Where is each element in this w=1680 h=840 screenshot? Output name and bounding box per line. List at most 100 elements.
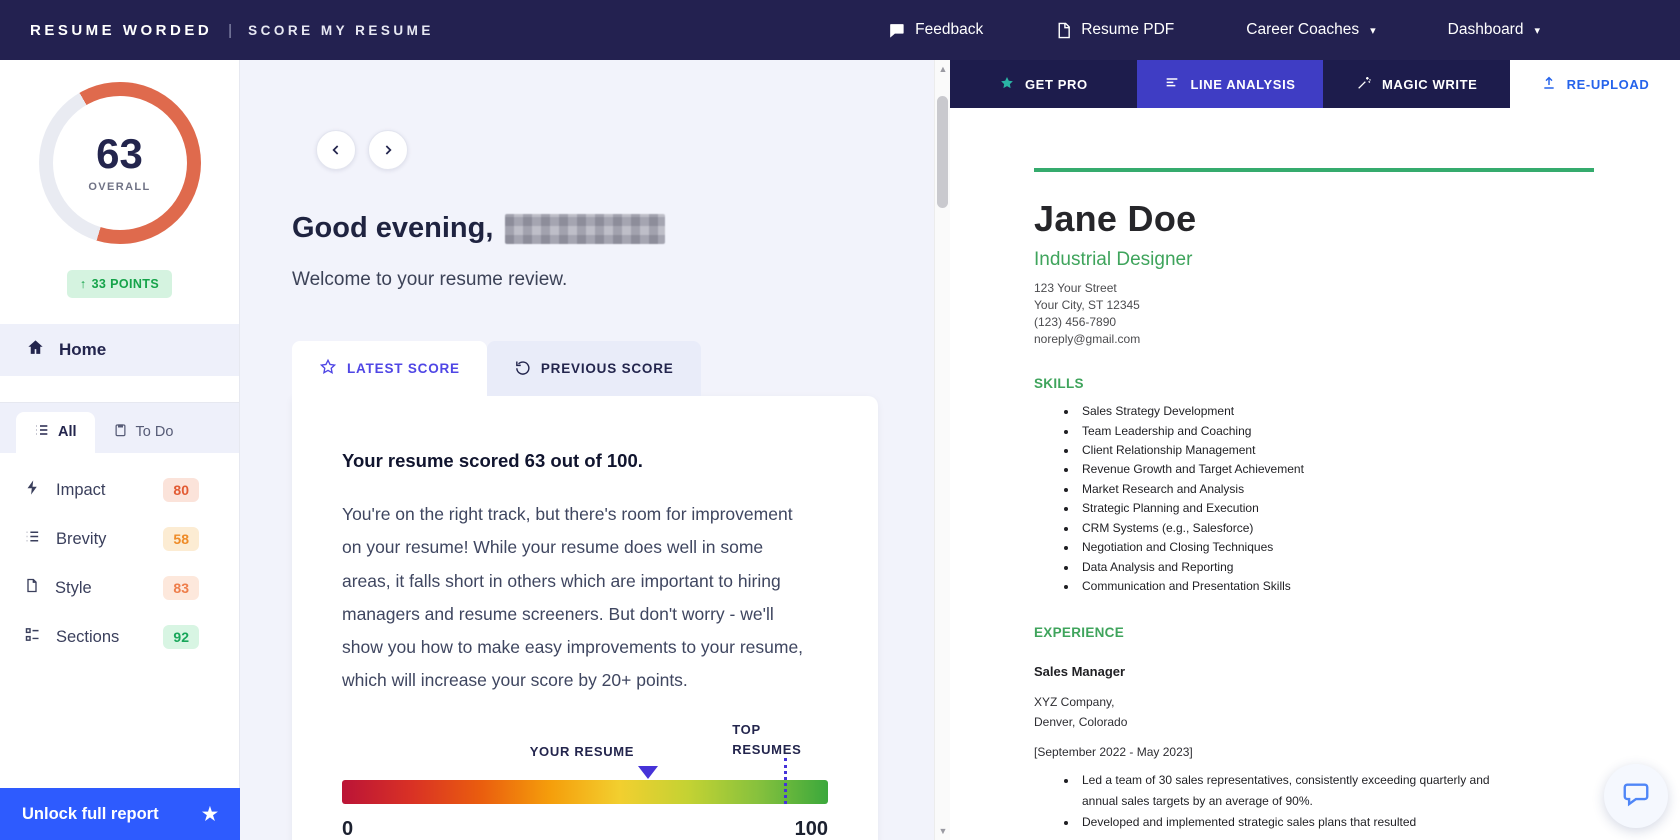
experience-heading: EXPERIENCE bbox=[1034, 625, 1680, 640]
resume-preview-panel: GET PRO LINE ANALYSIS MAGIC WRITE bbox=[950, 60, 1680, 840]
resume-top-rule bbox=[1034, 168, 1594, 172]
tab-all[interactable]: All bbox=[16, 412, 95, 453]
star-icon: ★ bbox=[202, 804, 218, 825]
scroll-down-arrow[interactable]: ▼ bbox=[935, 826, 950, 836]
tab-to-do[interactable]: To Do bbox=[95, 412, 192, 453]
review-panel: Good evening, Welcome to your resume rev… bbox=[240, 60, 950, 840]
brand-logo[interactable]: RESUME WORDED bbox=[30, 22, 212, 39]
experience-dates: [September 2022 - May 2023] bbox=[1034, 745, 1680, 759]
skill-item: Client Relationship Management bbox=[1078, 441, 1534, 460]
review-panel-inner: Good evening, Welcome to your resume rev… bbox=[240, 60, 950, 840]
experience-location: Denver, Colorado bbox=[1034, 712, 1680, 732]
sidebar-home-label: Home bbox=[59, 340, 106, 360]
tab-previous-score[interactable]: PREVIOUS SCORE bbox=[487, 341, 701, 396]
list-icon bbox=[34, 422, 50, 442]
score-meter: YOUR RESUME TOP RESUMES bbox=[342, 780, 828, 804]
nav-resume-pdf-label: Resume PDF bbox=[1081, 21, 1174, 39]
skill-item: Team Leadership and Coaching bbox=[1078, 422, 1534, 441]
category-score-badge: 83 bbox=[163, 576, 199, 600]
category-brevity[interactable]: Brevity 58 bbox=[22, 518, 219, 560]
category-impact[interactable]: Impact 80 bbox=[22, 469, 219, 511]
navbar-links: Feedback Resume PDF Career Coaches ▾ Das… bbox=[887, 21, 1680, 40]
category-sections[interactable]: Sections 92 bbox=[22, 616, 219, 658]
your-resume-label: YOUR RESUME bbox=[530, 744, 635, 759]
wand-icon bbox=[1356, 75, 1372, 94]
nav-dashboard[interactable]: Dashboard ▾ bbox=[1448, 21, 1540, 39]
lines-icon bbox=[1164, 75, 1180, 94]
meter-min-label: 0 bbox=[342, 818, 353, 840]
nav-feedback-label: Feedback bbox=[915, 21, 983, 39]
experience-bullet: Developed and implemented strategic sale… bbox=[1078, 812, 1504, 833]
brand-separator: | bbox=[228, 22, 232, 39]
score-gauge-wrap: 63 OVERALL ↑ 33 POINTS bbox=[0, 60, 239, 298]
score-tabs: LATEST SCORE PREVIOUS SCORE bbox=[292, 341, 950, 396]
category-score-badge: 80 bbox=[163, 478, 199, 502]
feedback-chat-icon bbox=[887, 21, 906, 40]
chat-support-button[interactable] bbox=[1604, 764, 1668, 828]
gauge-inner: 63 OVERALL bbox=[53, 96, 187, 230]
history-icon bbox=[514, 359, 531, 379]
score-summary-card: Your resume scored 63 out of 100. You're… bbox=[292, 396, 878, 840]
resume-name: Jane Doe bbox=[1034, 198, 1680, 240]
nav-resume-pdf[interactable]: Resume PDF bbox=[1055, 21, 1174, 40]
nav-career-coaches-label: Career Coaches bbox=[1246, 21, 1359, 39]
sidebar-item-home[interactable]: Home bbox=[0, 324, 239, 376]
sidebar-tabs: All To Do bbox=[0, 402, 239, 453]
scrollbar-thumb[interactable] bbox=[937, 96, 948, 208]
skill-item: Revenue Growth and Target Achievement bbox=[1078, 460, 1534, 479]
get-pro-button[interactable]: GET PRO bbox=[950, 60, 1137, 108]
star-outline-icon bbox=[319, 358, 337, 379]
scrollbar-track[interactable]: ▲ ▼ bbox=[934, 60, 950, 840]
points-gain-label: 33 POINTS bbox=[92, 277, 160, 291]
layout-list-icon bbox=[24, 626, 41, 648]
skills-list: Sales Strategy Development Team Leadersh… bbox=[1034, 402, 1534, 596]
line-analysis-button[interactable]: LINE ANALYSIS bbox=[1137, 60, 1324, 108]
bolt-icon bbox=[24, 479, 41, 501]
top-navbar: RESUME WORDED | SCORE MY RESUME Feedback… bbox=[0, 0, 1680, 60]
content-row: 63 OVERALL ↑ 33 POINTS Home bbox=[0, 60, 1680, 840]
nav-feedback[interactable]: Feedback bbox=[887, 21, 983, 40]
chevron-down-icon: ▾ bbox=[1370, 24, 1376, 37]
magic-write-button[interactable]: MAGIC WRITE bbox=[1323, 60, 1510, 108]
nav-dashboard-label: Dashboard bbox=[1448, 21, 1524, 39]
category-score-badge: 58 bbox=[163, 527, 199, 551]
resume-contact-block: 123 Your Street Your City, ST 12345 (123… bbox=[1034, 280, 1680, 348]
greeting-heading: Good evening, bbox=[292, 212, 950, 245]
next-page-button[interactable] bbox=[368, 130, 408, 170]
skill-item: Sales Strategy Development bbox=[1078, 402, 1534, 421]
score-gradient-bar bbox=[342, 780, 828, 804]
overall-score-label: OVERALL bbox=[88, 181, 150, 193]
up-arrow-icon: ↑ bbox=[80, 277, 87, 291]
overall-score-value: 63 bbox=[96, 133, 143, 175]
category-style[interactable]: Style 83 bbox=[22, 567, 219, 609]
line-analysis-label: LINE ANALYSIS bbox=[1190, 77, 1295, 92]
category-label: Brevity bbox=[56, 530, 106, 549]
re-upload-label: RE-UPLOAD bbox=[1567, 77, 1650, 92]
meter-max-label: 100 bbox=[795, 818, 828, 840]
prev-page-button[interactable] bbox=[316, 130, 356, 170]
experience-job-title: Sales Manager bbox=[1034, 664, 1680, 679]
skills-heading: SKILLS bbox=[1034, 376, 1680, 391]
greeting-text: Good evening, bbox=[292, 212, 493, 245]
scroll-up-arrow[interactable]: ▲ bbox=[935, 64, 950, 74]
your-resume-marker bbox=[638, 766, 658, 779]
sidebar: 63 OVERALL ↑ 33 POINTS Home bbox=[0, 60, 240, 840]
skill-item: Data Analysis and Reporting bbox=[1078, 558, 1534, 577]
house-icon bbox=[26, 338, 45, 362]
points-gain-badge: ↑ 33 POINTS bbox=[67, 270, 172, 298]
tab-previous-score-label: PREVIOUS SCORE bbox=[541, 361, 674, 376]
resume-toolbar: GET PRO LINE ANALYSIS MAGIC WRITE bbox=[950, 60, 1680, 108]
skill-item: Communication and Presentation Skills bbox=[1078, 577, 1534, 596]
category-score-badge: 92 bbox=[163, 625, 199, 649]
tab-all-label: All bbox=[58, 424, 77, 440]
resume-document: Jane Doe Industrial Designer 123 Your St… bbox=[950, 108, 1680, 840]
skill-item: Negotiation and Closing Techniques bbox=[1078, 538, 1534, 557]
nav-career-coaches[interactable]: Career Coaches ▾ bbox=[1246, 21, 1375, 39]
top-resumes-line bbox=[784, 758, 787, 804]
app-root: RESUME WORDED | SCORE MY RESUME Feedback… bbox=[0, 0, 1680, 840]
resume-job-title: Industrial Designer bbox=[1034, 249, 1680, 271]
re-upload-button[interactable]: RE-UPLOAD bbox=[1510, 60, 1680, 108]
score-paragraph: You're on the right track, but there's r… bbox=[342, 498, 804, 698]
tab-latest-score[interactable]: LATEST SCORE bbox=[292, 341, 487, 396]
unlock-full-report-button[interactable]: Unlock full report ★ bbox=[0, 788, 240, 840]
